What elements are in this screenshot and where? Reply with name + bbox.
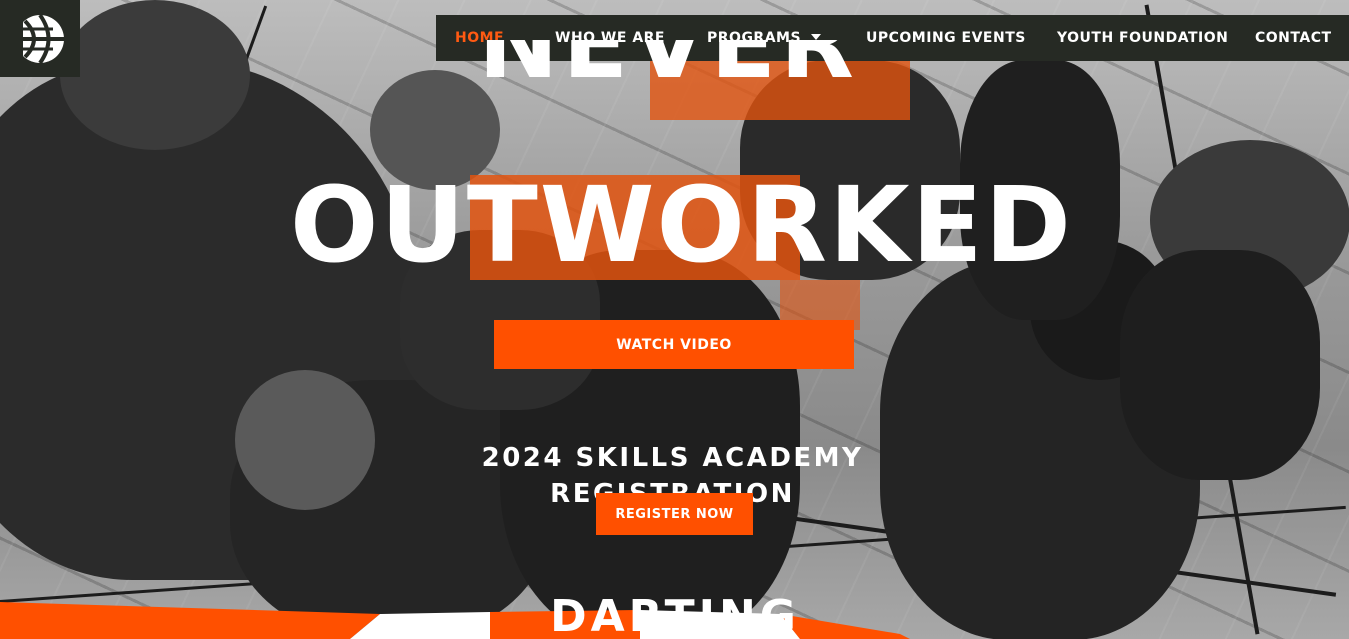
hero-section: HOME WHO WE ARE PROGRAMS UPCOMING EVENTS…: [0, 0, 1349, 639]
headline-main: OUTWORKED: [290, 164, 1073, 286]
nav-item-youth-foundation[interactable]: YOUTH FOUNDATION: [1057, 30, 1228, 46]
nav-item-upcoming-events[interactable]: UPCOMING EVENTS: [866, 30, 1026, 46]
nav-contact-label: CONTACT: [1255, 30, 1332, 46]
register-now-button[interactable]: REGISTER NOW: [596, 493, 753, 535]
next-section-heading: DARTING: [550, 592, 800, 639]
registration-heading: 2024 SKILLS ACADEMY REGISTRATION: [481, 443, 864, 509]
headline-top: NEVER: [478, 40, 858, 100]
basketball-logo-icon: [13, 11, 64, 66]
nav-upcoming-events-label: UPCOMING EVENTS: [866, 30, 1026, 46]
site-logo[interactable]: [0, 0, 80, 77]
nav-youth-foundation-label: YOUTH FOUNDATION: [1057, 30, 1229, 46]
nav-item-contact[interactable]: CONTACT: [1255, 30, 1332, 46]
watch-video-button[interactable]: WATCH VIDEO: [494, 320, 854, 369]
